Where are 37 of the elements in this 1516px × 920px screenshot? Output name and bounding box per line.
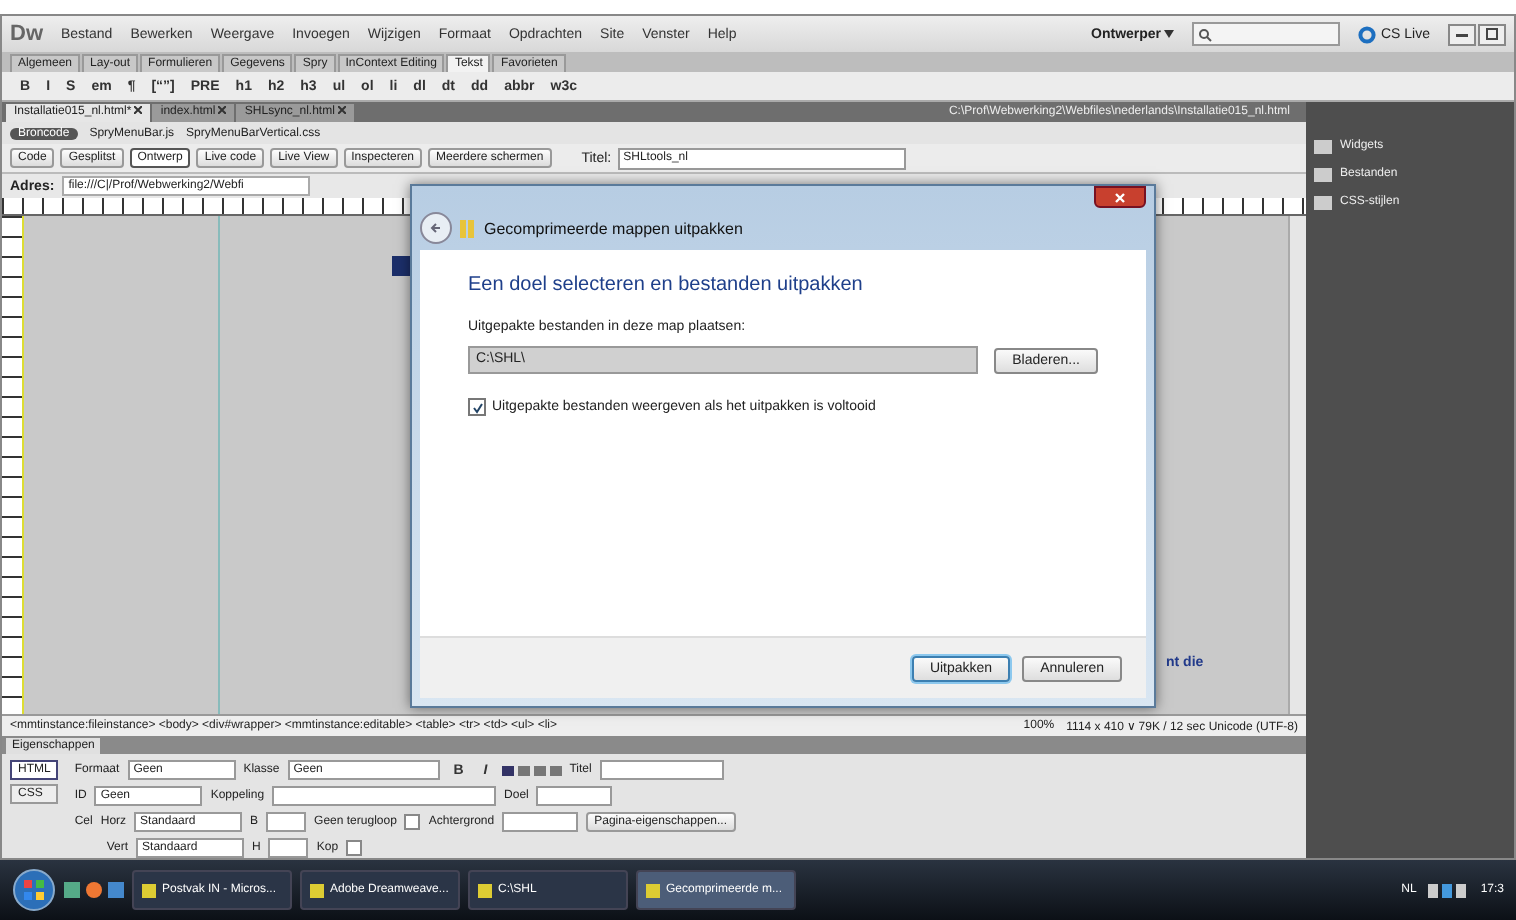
- minimize-icon: [1456, 30, 1468, 38]
- close-icon: [1114, 191, 1126, 203]
- close-icon[interactable]: [218, 106, 227, 114]
- ring-icon: [1358, 25, 1377, 43]
- close-button[interactable]: [1094, 186, 1146, 208]
- maximize-icon: [1486, 28, 1498, 40]
- window-icon: [478, 883, 492, 897]
- search-field[interactable]: [1192, 22, 1341, 46]
- background-field[interactable]: [502, 812, 579, 832]
- minimize-button[interactable]: [1448, 23, 1476, 45]
- window-icon: [646, 883, 660, 897]
- window-icon: [142, 883, 156, 897]
- app-logo: Dw: [10, 22, 43, 46]
- title-attribute-field[interactable]: [599, 760, 724, 780]
- search-icon: [1198, 27, 1213, 41]
- target-select[interactable]: [536, 786, 613, 806]
- show-files-checkbox[interactable]: [468, 398, 486, 416]
- maximize-button[interactable]: [1478, 23, 1506, 45]
- close-icon[interactable]: [134, 106, 143, 114]
- height-field[interactable]: [268, 838, 309, 858]
- list-icon: [501, 763, 562, 777]
- tray-icons[interactable]: [1428, 882, 1469, 898]
- dialog-title: Gecomprimeerde mappen uitpakken: [484, 219, 743, 237]
- caret-icon: [1164, 29, 1175, 37]
- scrollbar[interactable]: [1288, 216, 1306, 714]
- close-icon[interactable]: [338, 106, 347, 114]
- checkmark-icon: [471, 401, 483, 413]
- nowrap-checkbox[interactable]: [404, 814, 421, 830]
- quick-launch-icons[interactable]: [64, 880, 124, 900]
- width-field[interactable]: [266, 812, 307, 832]
- dialog-heading: Een doel selecteren en bestanden uitpakken: [468, 274, 865, 296]
- back-button[interactable]: [420, 212, 452, 244]
- back-arrow-icon: [428, 220, 444, 236]
- header-checkbox[interactable]: [346, 840, 363, 856]
- link-field[interactable]: [272, 786, 497, 806]
- window-icon: [310, 883, 324, 897]
- start-button[interactable]: [12, 868, 56, 912]
